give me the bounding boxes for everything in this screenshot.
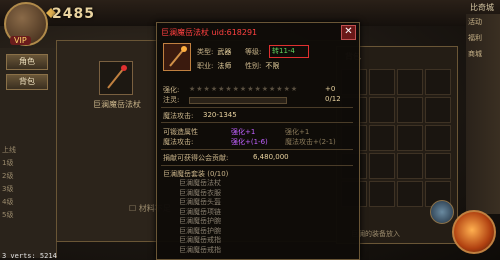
set-item: 巨澜魔岳戒指 <box>179 245 221 254</box>
left-list-item[interactable]: 3级 <box>2 183 16 196</box>
left-panel: 角色 背包 上线 1级 2级 3级 4级 5级 <box>0 48 57 258</box>
level-label: 等级: <box>245 48 262 56</box>
bag-slot[interactable] <box>369 69 395 95</box>
tab-role[interactable]: 角色 <box>6 54 48 70</box>
close-button[interactable]: ✕ <box>341 25 356 40</box>
bag-slot[interactable] <box>397 181 423 207</box>
set-item: 巨澜魔岳法杖 <box>179 179 221 187</box>
bag-slot[interactable] <box>397 125 423 151</box>
set-item: 巨澜魔岳护腕 <box>179 217 221 225</box>
type-row: 类型: 武器 <box>197 48 232 56</box>
job-row: 职业: 法师 <box>197 62 232 70</box>
magic-attack-value: 320-1345 <box>203 111 237 119</box>
forge-col2-b: 魔法攻击+(2-1) <box>285 138 336 146</box>
spirit-progress-bar <box>189 97 287 104</box>
left-list: 上线 1级 2级 3级 4级 5级 <box>2 144 16 222</box>
bag-slot[interactable] <box>425 97 451 123</box>
staff-item-slot[interactable] <box>99 61 133 95</box>
bag-slot[interactable] <box>425 69 451 95</box>
debug-overlay: 3 verts: 5214 <box>2 252 57 260</box>
bag-slot[interactable] <box>397 153 423 179</box>
spirit-label: 注灵: <box>163 96 180 104</box>
spirit-value: 0/12 <box>325 95 341 103</box>
divider <box>161 107 353 108</box>
set-item: 巨澜魔岳头盔 <box>179 198 221 206</box>
item-title: 巨澜魔岳法杖 uid:618291 <box>161 28 258 37</box>
right-menu-item[interactable]: 福利 <box>466 30 500 46</box>
game-scene: VIP 2485 比奇城 活动 福利 商城 角色 背包 上线 1级 2级 3级 … <box>0 0 500 260</box>
right-menu-column: 活动 福利 商城 <box>466 14 500 214</box>
guild-contribution-label: 捐献可获得公会贡献: <box>163 154 229 162</box>
bag-slot[interactable] <box>397 69 423 95</box>
forge-col1-a: 强化+1 <box>231 128 256 136</box>
set-item: 巨澜魔岳戒指 <box>179 236 221 244</box>
minimap-label: 比奇城 <box>470 3 494 12</box>
forge-label: 可锻造属性 <box>163 128 198 136</box>
vip-badge: VIP <box>10 36 31 45</box>
bag-slot[interactable] <box>369 97 395 123</box>
staff-icon <box>169 46 187 67</box>
level-value: 转11-4 <box>269 45 309 58</box>
main-attack-skill-button[interactable] <box>452 210 496 254</box>
bag-slot[interactable] <box>425 153 451 179</box>
divider <box>161 149 353 150</box>
enhance-label: 强化: <box>163 86 180 94</box>
combat-power: 2485 <box>52 6 95 22</box>
enhance-value: +0 <box>325 85 336 93</box>
right-menu-item[interactable]: 商城 <box>466 46 500 62</box>
gender-row: 性别: 不限 <box>245 62 280 70</box>
staff-icon <box>107 65 127 89</box>
divider <box>161 165 353 166</box>
bag-slot[interactable] <box>397 97 423 123</box>
item-icon-slot <box>163 43 191 71</box>
tab-bag[interactable]: 背包 <box>6 74 48 90</box>
enhance-stars: ★★★★★★★★★★★★★★★ <box>189 85 299 93</box>
forge-attack-label: 魔法攻击: <box>163 138 194 146</box>
bag-slot[interactable] <box>369 153 395 179</box>
left-list-item[interactable]: 5级 <box>2 209 16 222</box>
left-list-item[interactable]: 4级 <box>2 196 16 209</box>
set-item: 巨澜魔岳衣服 <box>179 188 221 197</box>
forge-col1-b: 强化+(1-6) <box>231 138 268 146</box>
item-name-label: 巨澜魔岳法杖 <box>93 100 141 109</box>
set-title: 巨澜魔岳套装 (0/10) <box>163 170 229 178</box>
right-menu-item[interactable]: 活动 <box>466 14 500 30</box>
bag-slot[interactable] <box>369 181 395 207</box>
item-tooltip: 巨澜魔岳法杖 uid:618291 ✕ 类型: 武器 等级: 转11-4 职业: 法… <box>156 22 360 260</box>
divider <box>161 122 353 123</box>
bag-slot[interactable] <box>369 125 395 151</box>
close-icon: ✕ <box>344 26 353 37</box>
left-list-item[interactable]: 2级 <box>2 170 16 183</box>
guild-contribution-value: 6,480,000 <box>253 153 289 161</box>
bag-slot[interactable] <box>425 125 451 151</box>
magic-attack-label: 魔法攻击: <box>163 112 194 120</box>
forge-col2-a: 强化+1 <box>285 128 310 136</box>
set-item-list: 巨澜魔岳法杖 巨澜魔岳衣服 巨澜魔岳头盔 巨澜魔岳项链 巨澜魔岳护腕 巨澜魔岳护… <box>179 179 221 255</box>
left-list-item[interactable]: 上线 <box>2 144 16 157</box>
set-item: 巨澜魔岳项链 <box>179 207 221 216</box>
skill-slot-small[interactable] <box>430 200 454 224</box>
set-item: 巨澜魔岳护腕 <box>179 226 221 235</box>
left-list-item[interactable]: 1级 <box>2 157 16 170</box>
